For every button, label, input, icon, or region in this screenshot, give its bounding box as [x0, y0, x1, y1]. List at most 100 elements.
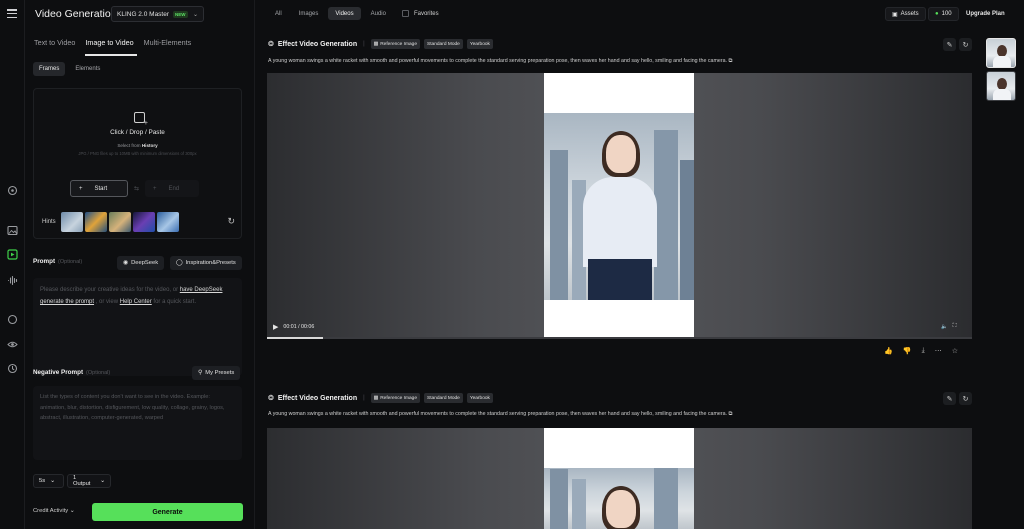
my-presets-button[interactable]: ⚲ My Presets [192, 366, 241, 380]
negative-prompt-label: Negative Prompt [33, 369, 84, 376]
copy-icon[interactable]: ⧉ [729, 58, 733, 64]
player-right-controls: 🔈 ⛶ [941, 323, 956, 330]
video-frame [544, 428, 694, 529]
history-thumbnail[interactable] [986, 38, 1016, 68]
upgrade-plan-button[interactable]: Upgrade Plan [960, 7, 1011, 21]
tag-reference-image: ▩ Reference Image [370, 39, 421, 49]
end-frame-button[interactable]: + End [145, 180, 200, 197]
plus-icon: + [79, 185, 83, 192]
separator: | [363, 395, 365, 401]
deepseek-button[interactable]: ◉ DeepSeek [117, 256, 165, 270]
thumbs-down-icon[interactable]: 👎 [903, 347, 912, 355]
more-icon[interactable]: ⋯ [935, 347, 942, 355]
filter-images[interactable]: Images [292, 7, 326, 20]
hint-thumbnail[interactable] [60, 212, 83, 232]
chevron-down-icon: ⌄ [69, 508, 75, 514]
edit-icon[interactable]: ✎ [943, 38, 956, 51]
panel-divider [254, 0, 255, 529]
hints-label: Hints [42, 219, 56, 225]
fullscreen-icon[interactable]: ⛶ [953, 323, 957, 330]
volume-icon[interactable]: 🔈 [941, 324, 948, 330]
hint-thumbnail[interactable] [108, 212, 131, 232]
favorites-checkbox[interactable]: Favorites [401, 10, 439, 17]
negative-prompt-textarea[interactable]: List the types of content you don't want… [33, 386, 242, 460]
audio-icon[interactable] [6, 274, 19, 287]
description-text: A young woman swings a white racket with… [268, 58, 728, 64]
checkbox-icon [401, 10, 409, 17]
copy-icon[interactable]: ⧉ [729, 411, 733, 417]
description-text: A young woman swings a white racket with… [268, 411, 728, 417]
prompt-placeholder: , or view [95, 299, 119, 305]
regenerate-icon[interactable]: ↻ [959, 392, 972, 405]
deepseek-link[interactable]: have DeepSeek [180, 287, 223, 293]
history-thumbnail[interactable] [986, 71, 1016, 101]
help-center-link[interactable]: Help Center [120, 299, 152, 305]
prompt-textarea[interactable]: Please describe your creative ideas for … [33, 278, 242, 376]
active-tab-indicator [85, 54, 137, 56]
inspiration-presets-button[interactable]: ◯ Inspiration&Presets [170, 256, 242, 270]
outputs-select[interactable]: 1 Output ⌄ [67, 474, 111, 488]
tab-text-to-video[interactable]: Text to Video [34, 38, 75, 47]
play-icon[interactable]: ▶ [273, 323, 278, 331]
history-link[interactable]: History [142, 143, 158, 148]
playback-controls: ▶ 00:01 / 00:06 [273, 323, 314, 331]
tag-standard-mode: Standard Mode [424, 393, 463, 403]
chevron-down-icon: ⌄ [192, 11, 198, 18]
swap-icon[interactable]: ⇆ [134, 185, 139, 192]
thumbs-up-icon[interactable]: 👍 [884, 347, 893, 355]
folder-icon: ▣ [892, 11, 898, 18]
prompt-label: Prompt [33, 258, 56, 265]
inspiration-label: Inspiration&Presets [185, 260, 236, 266]
tab-image-to-video[interactable]: Image to Video [85, 38, 133, 47]
assets-button[interactable]: ▣ Assets [885, 7, 926, 21]
prompt-placeholder: Please describe your creative ideas for … [40, 287, 179, 293]
generate-prompt-link[interactable]: generate the prompt [40, 299, 94, 305]
start-frame-label: Start [94, 185, 108, 192]
effects-icon[interactable] [6, 184, 19, 197]
prompt-placeholder: for a quick start. [153, 299, 197, 305]
history-icon[interactable] [6, 362, 19, 375]
filter-videos[interactable]: Videos [328, 7, 361, 20]
hint-thumbnail[interactable] [156, 212, 179, 232]
model-selector[interactable]: KLING 2.0 Master NEW ⌄ [111, 6, 204, 22]
refresh-circle-icon[interactable] [6, 313, 19, 326]
video-frame [544, 73, 694, 338]
card-description: A young woman swings a white racket with… [268, 411, 732, 418]
video-player[interactable] [267, 73, 972, 338]
download-icon[interactable]: ⤓ [922, 347, 925, 355]
left-header: Video Generation KLING 2.0 Master NEW ⌄ [0, 0, 255, 28]
duration-select[interactable]: 5s ⌄ [33, 474, 64, 488]
generate-button[interactable]: Generate [92, 503, 243, 521]
hint-thumbnail[interactable] [132, 212, 155, 232]
playback-time: 00:01 / 00:06 [283, 324, 315, 330]
start-frame-button[interactable]: + Start [70, 180, 128, 197]
chevron-down-icon: ⌄ [100, 478, 105, 484]
end-frame-label: End [168, 185, 180, 192]
filter-bar: All Images Videos Audio Favorites [268, 7, 439, 20]
tab-multi-elements[interactable]: Multi-Elements [144, 38, 192, 47]
credits-indicator[interactable]: ● 100 [928, 7, 959, 21]
frame-slots: + Start ⇆ + End [70, 180, 200, 197]
new-badge: NEW [173, 10, 188, 18]
eye-icon[interactable] [6, 338, 19, 351]
image-upload-area[interactable]: Click / Drop / Paste Select from History… [33, 88, 242, 239]
image-thumb-icon: ▩ [373, 41, 379, 47]
credit-activity-dropdown[interactable]: Credit Activity ⌄ [33, 508, 75, 514]
hint-thumbnail[interactable] [84, 212, 107, 232]
refresh-hints-icon[interactable]: ↻ [227, 216, 235, 227]
filter-audio[interactable]: Audio [364, 7, 393, 20]
edit-icon[interactable]: ✎ [943, 392, 956, 405]
filter-all[interactable]: All [268, 7, 289, 20]
subtab-frames[interactable]: Frames [33, 62, 66, 76]
outputs-value: 1 Output [73, 475, 91, 487]
image-icon[interactable] [6, 224, 19, 237]
video-progress-bar[interactable] [267, 337, 972, 339]
video-player[interactable] [267, 428, 972, 529]
location-pin-icon: ⚲ [198, 370, 203, 376]
regenerate-icon[interactable]: ↻ [959, 38, 972, 51]
video-icon[interactable] [6, 248, 19, 261]
hamburger-menu-icon[interactable] [7, 9, 17, 19]
star-icon[interactable]: ☆ [952, 347, 958, 355]
page-title: Video Generation [35, 8, 117, 20]
subtab-elements[interactable]: Elements [69, 62, 106, 76]
